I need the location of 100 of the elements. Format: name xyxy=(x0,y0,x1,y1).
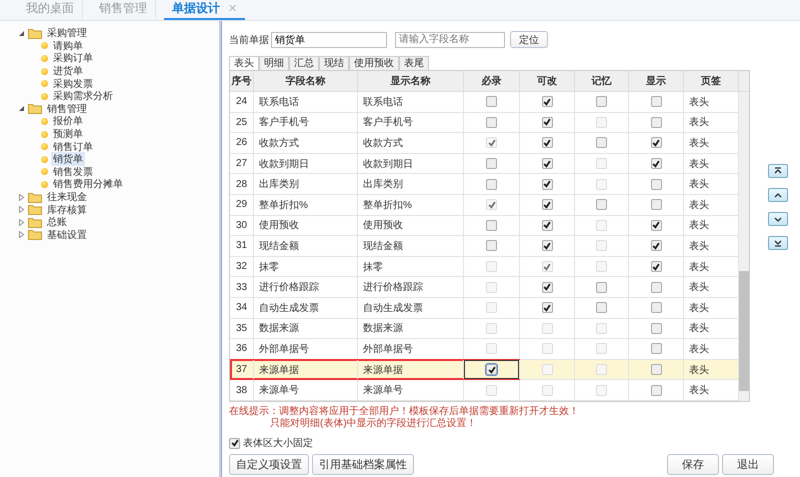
dot-icon xyxy=(41,118,48,125)
checkbox[interactable] xyxy=(486,240,497,252)
checkbox[interactable] xyxy=(542,116,552,128)
move-down-button[interactable] xyxy=(768,212,788,226)
table-cell: 收款方式 xyxy=(254,133,358,153)
tree-item[interactable]: 进货单 xyxy=(51,64,85,78)
checkbox[interactable] xyxy=(596,137,607,148)
exit-button[interactable]: 退出 xyxy=(722,454,774,475)
move-up-button[interactable] xyxy=(768,188,788,202)
checkbox[interactable] xyxy=(596,199,607,210)
tab[interactable]: 使用预收 xyxy=(349,56,399,70)
checkbox[interactable] xyxy=(542,158,552,170)
checkbox[interactable] xyxy=(542,220,552,231)
tree-item[interactable]: 基础设置 xyxy=(45,228,89,242)
locate-button[interactable]: 定位 xyxy=(510,31,548,48)
checkbox[interactable] xyxy=(542,240,552,252)
collapse-icon[interactable] xyxy=(18,30,25,37)
checkbox[interactable] xyxy=(596,302,607,314)
checkbox[interactable] xyxy=(650,116,662,128)
table-cell: 使用预收 xyxy=(358,216,464,236)
action-button[interactable]: 引用基础档案属性 xyxy=(312,454,414,475)
dot-icon xyxy=(41,80,48,88)
tree-item[interactable]: 采购管理 xyxy=(45,26,89,40)
scrollbar-thumb[interactable] xyxy=(739,271,749,391)
document-field[interactable]: 销货单 xyxy=(271,32,387,48)
checkbox[interactable] xyxy=(650,322,662,334)
checkbox[interactable] xyxy=(650,343,662,354)
checkbox[interactable] xyxy=(650,199,662,210)
tab[interactable]: 现结 xyxy=(319,56,349,70)
checkbox[interactable] xyxy=(650,220,662,231)
checkbox[interactable] xyxy=(650,137,662,148)
tree-item[interactable]: 销售管理 xyxy=(45,102,89,116)
checkbox[interactable] xyxy=(486,178,497,190)
checkbox[interactable] xyxy=(542,199,552,210)
tree-item[interactable]: 总账 xyxy=(45,215,69,230)
table-cell: 来源单号 xyxy=(254,380,358,400)
checkbox[interactable] xyxy=(542,178,552,190)
tree-item[interactable]: 采购需求分析 xyxy=(51,89,115,104)
tree-item[interactable]: 销售发票 xyxy=(51,164,95,179)
checkbox[interactable] xyxy=(542,282,552,293)
table-cell: 27 xyxy=(230,154,254,174)
checkbox[interactable] xyxy=(650,158,662,170)
tree-item[interactable]: 请购单 xyxy=(51,38,85,53)
expand-icon[interactable] xyxy=(18,231,25,238)
tab[interactable]: 表尾 xyxy=(399,56,429,70)
checkbox[interactable] xyxy=(542,137,552,148)
save-button[interactable]: 保存 xyxy=(667,454,719,475)
tree-item[interactable]: 库存核算 xyxy=(45,202,89,217)
checkbox[interactable] xyxy=(650,261,662,272)
dot-icon xyxy=(41,168,48,176)
search-field[interactable]: 请输入字段名称 xyxy=(395,32,505,48)
collapse-icon[interactable] xyxy=(18,105,25,112)
expand-icon[interactable] xyxy=(18,218,25,226)
checkbox[interactable] xyxy=(229,438,240,448)
checkbox[interactable] xyxy=(486,158,497,170)
checkbox[interactable] xyxy=(542,96,552,108)
checkbox[interactable] xyxy=(486,220,497,231)
checkbox[interactable] xyxy=(596,282,607,293)
table-cell: 31 xyxy=(230,236,254,256)
expand-icon[interactable] xyxy=(18,194,25,201)
move-bottom-button[interactable] xyxy=(768,236,788,250)
tree-item[interactable]: 报价单 xyxy=(51,114,85,128)
folder-icon xyxy=(28,229,42,240)
tree-item[interactable]: 销售费用分摊单 xyxy=(51,177,125,192)
column-header: 显示 xyxy=(629,71,684,91)
table-cell: 数据来源 xyxy=(358,318,464,338)
tree-item[interactable]: 采购订单 xyxy=(51,51,95,66)
checkbox[interactable] xyxy=(486,364,497,376)
tree-item[interactable]: 销售订单 xyxy=(51,140,95,154)
checkbox[interactable] xyxy=(542,302,552,314)
checkbox[interactable] xyxy=(650,302,662,314)
tab[interactable]: 汇总 xyxy=(289,56,319,70)
checkbox[interactable] xyxy=(650,96,662,108)
action-button[interactable]: 自定义项设置 xyxy=(229,454,309,475)
checkbox[interactable] xyxy=(596,96,607,108)
checkbox[interactable] xyxy=(650,178,662,190)
folder-icon xyxy=(28,216,42,228)
table-cell: 38 xyxy=(230,380,254,400)
checkbox[interactable] xyxy=(486,96,497,108)
checkbox[interactable] xyxy=(650,282,662,293)
checkbox[interactable] xyxy=(650,240,662,252)
move-top-button[interactable] xyxy=(768,164,788,178)
table-cell: 28 xyxy=(230,174,254,194)
checkbox[interactable] xyxy=(650,384,662,396)
tree-item[interactable]: 往来现金 xyxy=(45,190,89,204)
table-cell: 进行价格跟踪 xyxy=(358,277,464,297)
scrollbar[interactable] xyxy=(739,92,749,401)
tab[interactable]: 表头 xyxy=(229,56,259,70)
expand-icon[interactable] xyxy=(18,206,25,214)
table-cell: 联系电话 xyxy=(358,92,464,112)
table-cell: 现结金额 xyxy=(358,236,464,256)
tree-item[interactable]: 预测单 xyxy=(51,127,85,142)
tab[interactable]: 明细 xyxy=(259,56,289,70)
tree-item[interactable]: 销货单 xyxy=(51,152,85,166)
tree-item[interactable]: 采购发票 xyxy=(51,76,95,91)
checkbox[interactable] xyxy=(650,364,662,376)
dot-icon xyxy=(41,68,48,75)
checkbox[interactable] xyxy=(486,116,497,128)
table-cell: 收款方式 xyxy=(358,133,464,153)
folder-icon xyxy=(28,192,42,203)
